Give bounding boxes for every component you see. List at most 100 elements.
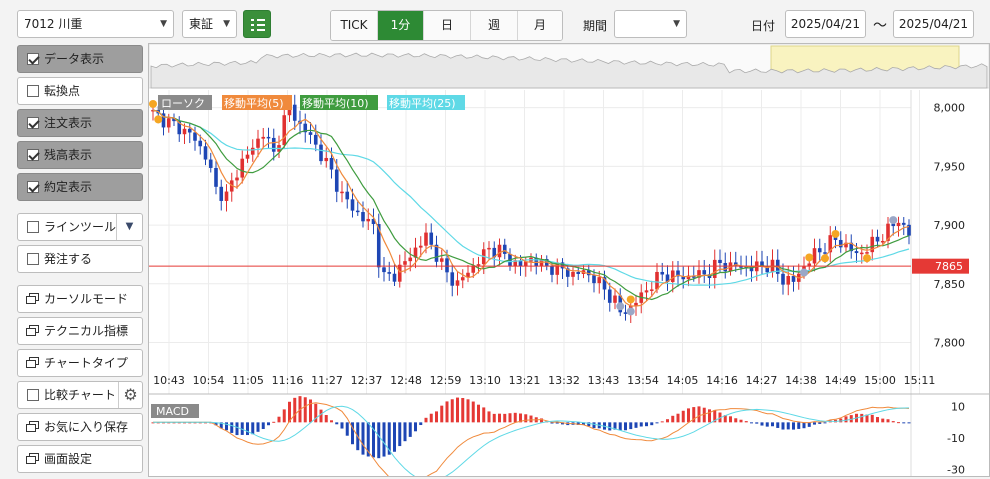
macd-histogram-bar: [676, 413, 680, 423]
macd-histogram-bar: [487, 411, 491, 423]
sidebar-item-line-tool[interactable]: ラインツール ▼: [17, 213, 143, 241]
candle-body: [324, 157, 329, 162]
macd-histogram-bar: [702, 407, 706, 423]
sidebar-item-label: 転換点: [44, 84, 81, 98]
sidebar-item-order-display[interactable]: 注文表示: [17, 109, 143, 137]
candle-body: [266, 136, 271, 139]
x-tick-label: 12:48: [390, 374, 422, 387]
checkbox-icon[interactable]: [27, 253, 39, 265]
candle-body: [319, 144, 323, 162]
sidebar-item-chart-type[interactable]: チャートタイプ: [17, 349, 143, 377]
execution-marker: [863, 254, 871, 263]
tab-1min[interactable]: 1分: [378, 11, 424, 40]
sidebar-item-place-order[interactable]: 発注する: [17, 245, 143, 273]
macd-histogram-bar: [624, 422, 627, 431]
gear-icon[interactable]: ⚙: [118, 382, 142, 408]
candle-body: [634, 302, 638, 306]
macd-histogram-bar: [729, 416, 732, 423]
macd-histogram-bar: [230, 422, 234, 433]
x-tick-label: 13:10: [469, 374, 501, 387]
macd-histogram-bar: [272, 421, 276, 423]
tab-tick[interactable]: TICK: [331, 11, 378, 40]
sidebar-item-screen-settings[interactable]: 画面設定: [17, 445, 143, 473]
candle-body: [313, 134, 318, 145]
checkbox-icon[interactable]: [27, 53, 39, 65]
checkbox-icon[interactable]: [27, 149, 39, 161]
execution-marker: [805, 253, 814, 262]
chevron-down-icon: ▼: [160, 19, 167, 29]
checkbox-icon[interactable]: [27, 221, 39, 233]
candle-body: [460, 277, 465, 281]
candle-body: [334, 169, 339, 192]
sidebar-item-label: 比較チャート: [44, 388, 116, 402]
sidebar-item-label: ラインツール: [44, 220, 117, 234]
checkbox-icon[interactable]: [27, 181, 39, 193]
tab-week[interactable]: 週: [471, 11, 518, 40]
candle-body: [791, 275, 796, 282]
sidebar-item-save-favorite[interactable]: お気に入り保存: [17, 413, 143, 441]
tab-day[interactable]: 日: [424, 11, 471, 40]
chart-canvas[interactable]: ローソク 移動平均(5) 移動平均(10) 移動平均(25) 7865 8,00…: [148, 43, 990, 479]
date-to-input[interactable]: 2025/04/21: [893, 10, 974, 38]
toolbar: 7012 川重 ▼ 東証 ▼ TICK 1分 日 週 月 期間 ▼ 日付 202…: [0, 0, 990, 45]
symbol-select[interactable]: 7012 川重 ▼: [17, 10, 174, 38]
checkbox-icon[interactable]: [27, 85, 39, 97]
candle-body: [382, 267, 386, 273]
candle-body: [786, 275, 791, 285]
macd-histogram-bar: [776, 422, 780, 428]
sidebar-item-technical-indicators[interactable]: テクニカル指標: [17, 317, 143, 345]
macd-histogram-bar: [345, 422, 349, 436]
macd-histogram-bar: [261, 422, 265, 429]
macd-histogram-bar: [466, 399, 470, 423]
macd-histogram-bar: [671, 415, 675, 423]
sidebar-item-compare-chart[interactable]: 比較チャート ⚙: [17, 381, 143, 409]
candle-body: [607, 289, 612, 303]
candle-body: [166, 118, 171, 128]
candle-body: [245, 154, 250, 159]
macd-histogram-bar: [891, 421, 895, 423]
macd-histogram-bar: [844, 416, 848, 423]
macd-histogram-bar: [361, 422, 365, 455]
macd-histogram-bar: [765, 422, 769, 427]
macd-histogram-bar: [246, 422, 249, 436]
macd-histogram-bar: [492, 413, 496, 423]
macd-histogram-bar: [608, 422, 612, 431]
macd-histogram-bar: [681, 410, 685, 423]
chevron-down-icon: ▼: [673, 19, 680, 29]
macd-histogram-bar: [471, 401, 475, 423]
macd-histogram-bar: [440, 405, 444, 423]
sidebar-item-data-display[interactable]: データ表示: [17, 45, 143, 73]
macd-histogram-bar: [524, 414, 528, 423]
sidebar-item-label: 約定表示: [44, 180, 93, 194]
macd-histogram-bar: [823, 422, 827, 424]
tab-month[interactable]: 月: [518, 11, 562, 40]
macd-histogram-bar: [629, 422, 633, 430]
x-tick-label: 12:37: [351, 374, 383, 387]
list-view-button[interactable]: [243, 10, 271, 38]
macd-histogram-bar: [655, 422, 659, 424]
sidebar-item-cursor-mode[interactable]: カーソルモード: [17, 285, 143, 313]
macd-histogram-bar: [902, 422, 906, 424]
sidebar-item-balance-display[interactable]: 残高表示: [17, 141, 143, 169]
sidebar-item-label: データ表示: [44, 52, 105, 66]
sidebar-item-execution-display[interactable]: 約定表示: [17, 173, 143, 201]
checkbox-icon[interactable]: [27, 117, 39, 129]
window-icon: [26, 325, 39, 337]
sidebar-item-turning-point[interactable]: 転換点: [17, 77, 143, 105]
execution-marker: [149, 99, 157, 108]
chevron-down-icon[interactable]: ▼: [116, 214, 142, 240]
candle-body: [838, 239, 843, 248]
overview-navigator[interactable]: [148, 43, 990, 89]
candle-body: [350, 199, 355, 211]
chart-legend: ローソク 移動平均(5) 移動平均(10) 移動平均(25): [158, 95, 465, 110]
ma5-line: [152, 109, 910, 307]
macd-histogram-bar: [508, 413, 512, 423]
checkbox-icon[interactable]: [27, 389, 39, 401]
macd-histogram-bar: [256, 422, 260, 432]
sidebar-item-label: 発注する: [44, 252, 93, 266]
candle-body: [424, 232, 428, 246]
period-select[interactable]: ▼: [614, 10, 687, 38]
macd-histogram-bar: [424, 417, 428, 423]
date-from-input[interactable]: 2025/04/21: [785, 10, 866, 38]
exchange-select[interactable]: 東証 ▼: [182, 10, 237, 38]
